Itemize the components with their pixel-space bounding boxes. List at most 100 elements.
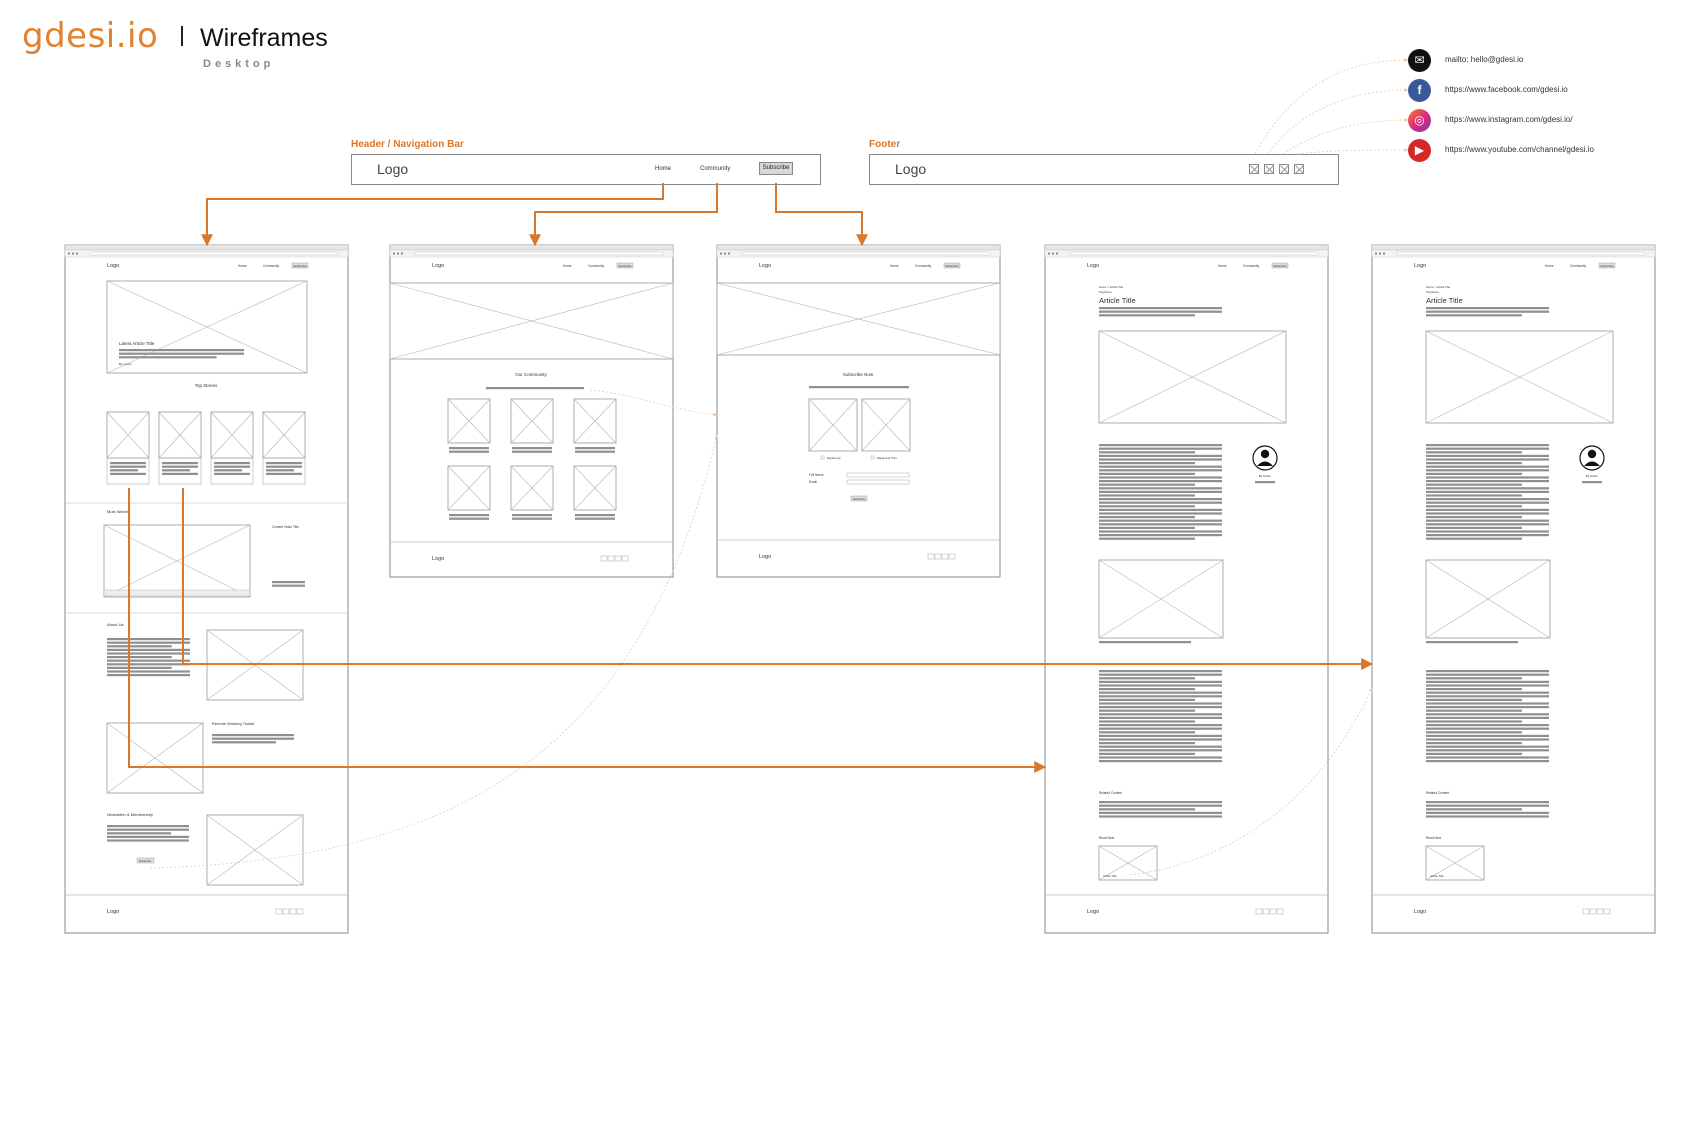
browser-control-icon bbox=[723, 252, 727, 255]
wf-logo: Logo bbox=[432, 263, 444, 269]
image-caption bbox=[1099, 641, 1191, 644]
footer-social-icon[interactable] bbox=[1249, 164, 1259, 174]
article-body-continued bbox=[1426, 756, 1549, 759]
article-body-continued bbox=[1099, 760, 1222, 763]
wf-footer-logo: Logo bbox=[1087, 909, 1099, 915]
article-body bbox=[1099, 505, 1195, 508]
author-name: By Author bbox=[1586, 474, 1598, 478]
article-body bbox=[1426, 462, 1522, 465]
placeholder-cross bbox=[861, 398, 911, 452]
wf-nav-home: Home bbox=[1218, 264, 1227, 268]
article-body bbox=[1426, 472, 1522, 475]
placeholder-cross bbox=[510, 398, 554, 444]
top-story-to-article2-connector bbox=[182, 488, 1374, 670]
article-body-continued bbox=[1426, 688, 1522, 691]
story-text bbox=[266, 465, 302, 468]
placeholder-cross bbox=[210, 411, 254, 459]
placeholder-cross bbox=[716, 282, 1001, 356]
related-list bbox=[1099, 808, 1195, 811]
header-subscribe-button[interactable]: Subscribe bbox=[759, 162, 793, 175]
related-list bbox=[1426, 811, 1549, 814]
article-body-continued bbox=[1426, 684, 1549, 687]
social-link-text: https://www.youtube.com/channel/gdesi.io bbox=[1445, 145, 1594, 154]
article-body bbox=[1099, 480, 1222, 483]
footer-social-icon[interactable] bbox=[1294, 164, 1304, 174]
social-link-instagram[interactable]: ◎ https://www.instagram.com/gdesi.io/ bbox=[1408, 109, 1688, 133]
placeholder-cross bbox=[808, 398, 858, 452]
article-body-continued bbox=[1426, 713, 1549, 716]
page-title: Wireframes bbox=[200, 24, 328, 52]
story-text bbox=[214, 469, 243, 472]
placeholder-cross bbox=[1098, 330, 1287, 424]
wf-logo: Logo bbox=[759, 263, 771, 269]
wf-footer-social-icon bbox=[948, 553, 956, 560]
subscribe-submit-label: Subscribe bbox=[853, 497, 866, 501]
placeholder-cross bbox=[1425, 845, 1485, 881]
article-body bbox=[1099, 454, 1222, 457]
article-body-continued bbox=[1426, 706, 1549, 709]
article-body bbox=[1426, 530, 1549, 533]
placeholder-cross bbox=[716, 282, 1001, 356]
read-next-heading: Read Next bbox=[1099, 836, 1114, 840]
placeholder-cross bbox=[573, 465, 617, 511]
author-avatar-icon bbox=[1587, 449, 1597, 459]
wf-footer-social-icon bbox=[934, 553, 942, 560]
placeholder-cross bbox=[1425, 559, 1551, 639]
wf-footer-social-icon bbox=[289, 908, 297, 915]
header-nav-community[interactable]: Community bbox=[700, 166, 730, 172]
toolkit-text bbox=[212, 741, 276, 744]
article-body bbox=[1426, 444, 1549, 447]
footer-social-icon[interactable] bbox=[1264, 164, 1274, 174]
article-hero-placeholder bbox=[1098, 330, 1287, 424]
article-hero-placeholder bbox=[1425, 330, 1614, 424]
community-card-text bbox=[575, 447, 615, 450]
wf-footer-social-icon bbox=[1269, 908, 1277, 915]
footer-logo: Logo bbox=[895, 161, 927, 177]
article-body-continued bbox=[1426, 760, 1549, 763]
toolkit-image-placeholder bbox=[106, 722, 204, 794]
about-text bbox=[107, 663, 190, 666]
author-date bbox=[1255, 481, 1275, 484]
related-heading: Related Content bbox=[1426, 791, 1449, 795]
social-link-mail[interactable]: ✉ mailto: hello@gdesi.io bbox=[1408, 49, 1688, 73]
placeholder-cross bbox=[447, 398, 491, 444]
article-tag: Tag Name bbox=[1426, 290, 1439, 294]
wf-nav-home: Home bbox=[238, 264, 247, 268]
article-title: Article Title bbox=[1099, 296, 1136, 305]
story-text bbox=[110, 469, 139, 472]
story-text bbox=[162, 465, 198, 468]
placeholder-cross bbox=[158, 411, 202, 459]
about-text bbox=[107, 641, 190, 644]
header-nav-home[interactable]: Home bbox=[655, 166, 671, 172]
subscribe-banner-placeholder bbox=[716, 282, 1001, 356]
browser-addressbar bbox=[741, 251, 991, 256]
article-body bbox=[1099, 447, 1222, 450]
story-text bbox=[162, 469, 191, 472]
wf-footer-logo: Logo bbox=[107, 909, 119, 915]
wf-nav-subscribe-button bbox=[1271, 262, 1289, 269]
community-card-placeholder bbox=[573, 465, 617, 511]
newsletter-text bbox=[107, 839, 189, 842]
placeholder-cross bbox=[447, 465, 491, 511]
browser-control-icon bbox=[1382, 252, 1386, 255]
story-card bbox=[106, 411, 150, 485]
footer-social-icon[interactable] bbox=[1279, 164, 1289, 174]
article-body-continued bbox=[1099, 756, 1222, 759]
browser-toolbar bbox=[389, 249, 674, 258]
video-meta bbox=[272, 584, 305, 587]
wf-footer-social-icon bbox=[621, 555, 629, 562]
article-body bbox=[1426, 508, 1549, 511]
newsletter-subscribe-button bbox=[136, 857, 155, 864]
wf-footer-social-icon bbox=[614, 555, 622, 562]
wf-nav-subscribe-button bbox=[943, 262, 961, 269]
article-body-continued bbox=[1099, 745, 1222, 748]
about-text bbox=[107, 666, 172, 669]
plan-print-label: Digital and Print bbox=[877, 456, 897, 460]
article-body bbox=[1426, 537, 1522, 540]
social-link-facebook[interactable]: f https://www.facebook.com/gdesi.io bbox=[1408, 79, 1688, 103]
placeholder-cross bbox=[206, 814, 304, 886]
social-link-youtube[interactable]: ▶ https://www.youtube.com/channel/gdesi.… bbox=[1408, 139, 1688, 163]
wireframe-subscribe bbox=[716, 244, 1001, 578]
community-card-text bbox=[575, 450, 615, 453]
story-text bbox=[266, 469, 295, 472]
